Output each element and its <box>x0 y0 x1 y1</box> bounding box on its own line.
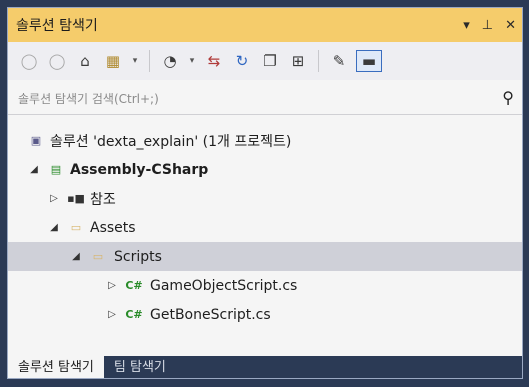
properties-wrench-icon[interactable]: ✎ <box>328 50 350 72</box>
collapse-arrow-icon[interactable]: ▷ <box>106 280 118 291</box>
switch-views-dropdown-icon[interactable]: ▾ <box>130 50 140 72</box>
search-icon[interactable]: ⚲ <box>502 88 514 107</box>
csharp-file-icon: C# <box>125 279 143 292</box>
expand-arrow-icon[interactable]: ◢ <box>48 222 60 233</box>
solution-explorer-panel: 솔루션 탐색기 ▾ ⊥ ✕ ◯ ◯ ⌂ ▦ ▾ ◔ ▾ ⇆ ↻ ❐ ⊞ ✎ ▬ … <box>7 7 523 379</box>
solution-icon: ▣ <box>30 134 42 147</box>
tree-item-project[interactable]: ◢ ▤ Assembly-CSharp <box>8 155 522 184</box>
tree-item-getbonescript[interactable]: ▷ C# GetBoneScript.cs <box>8 300 522 329</box>
window-position-dropdown-icon[interactable]: ▾ <box>463 18 470 33</box>
tree-item-label: GetBoneScript.cs <box>150 306 271 323</box>
sync-icon[interactable]: ⇆ <box>203 50 225 72</box>
collapse-arrow-icon[interactable]: ▷ <box>48 193 60 204</box>
tree-item-label: 솔루션 'dexta_explain' (1개 프로젝트) <box>50 133 292 150</box>
show-all-files-icon[interactable]: ⊞ <box>287 50 309 72</box>
expand-arrow-icon[interactable]: ◢ <box>28 164 40 175</box>
toolbar-separator <box>149 50 150 72</box>
tree-item-label: Assets <box>90 219 136 236</box>
folder-icon: ▭ <box>70 221 82 234</box>
panel-title: 솔루션 탐색기 <box>16 18 98 34</box>
bottom-tab-strip: 솔루션 탐색기 팀 탐색기 <box>8 356 522 378</box>
refresh-icon[interactable]: ↻ <box>231 50 253 72</box>
panel-controls: ▾ ⊥ ✕ <box>463 8 516 42</box>
close-icon[interactable]: ✕ <box>505 18 516 33</box>
switch-views-icon[interactable]: ▦ <box>102 50 124 72</box>
csharp-file-icon: C# <box>125 308 143 321</box>
tree-item-label: Assembly-CSharp <box>70 161 209 178</box>
tree-item-references[interactable]: ▷ ▪■ 참조 <box>8 184 522 213</box>
back-icon[interactable]: ◯ <box>18 50 40 72</box>
solution-explorer-toolbar: ◯ ◯ ⌂ ▦ ▾ ◔ ▾ ⇆ ↻ ❐ ⊞ ✎ ▬ <box>8 42 522 80</box>
tab-team-explorer[interactable]: 팀 탐색기 <box>103 356 176 378</box>
tree-item-scripts[interactable]: ◢ ▭ Scripts <box>8 242 522 271</box>
tree-item-label: 참조 <box>90 191 116 208</box>
collapse-all-icon[interactable]: ❐ <box>259 50 281 72</box>
tree-item-label: Scripts <box>114 248 162 265</box>
search-input[interactable] <box>16 91 460 107</box>
forward-icon[interactable]: ◯ <box>46 50 68 72</box>
pending-changes-dropdown-icon[interactable]: ▾ <box>187 50 197 72</box>
panel-titlebar: 솔루션 탐색기 ▾ ⊥ ✕ <box>8 8 522 42</box>
csharp-project-icon: ▤ <box>50 163 62 176</box>
home-icon[interactable]: ⌂ <box>74 50 96 72</box>
collapse-arrow-icon[interactable]: ▷ <box>106 309 118 320</box>
preview-icon[interactable]: ▬ <box>356 50 382 72</box>
tree-item-assets[interactable]: ◢ ▭ Assets <box>8 213 522 242</box>
expand-arrow-icon[interactable]: ◢ <box>70 251 82 262</box>
tree-item-gameobjectscript[interactable]: ▷ C# GameObjectScript.cs <box>8 271 522 300</box>
pin-icon[interactable]: ⊥ <box>482 18 493 33</box>
references-icon: ▪■ <box>67 192 85 205</box>
toolbar-separator <box>318 50 319 72</box>
folder-icon: ▭ <box>92 250 104 263</box>
tree-item-solution[interactable]: ▣ 솔루션 'dexta_explain' (1개 프로젝트) <box>8 126 522 155</box>
pending-changes-icon[interactable]: ◔ <box>159 50 181 72</box>
tab-solution-explorer[interactable]: 솔루션 탐색기 <box>8 356 104 378</box>
tree-item-label: GameObjectScript.cs <box>150 277 298 294</box>
search-bar: ⚲ <box>8 84 522 115</box>
